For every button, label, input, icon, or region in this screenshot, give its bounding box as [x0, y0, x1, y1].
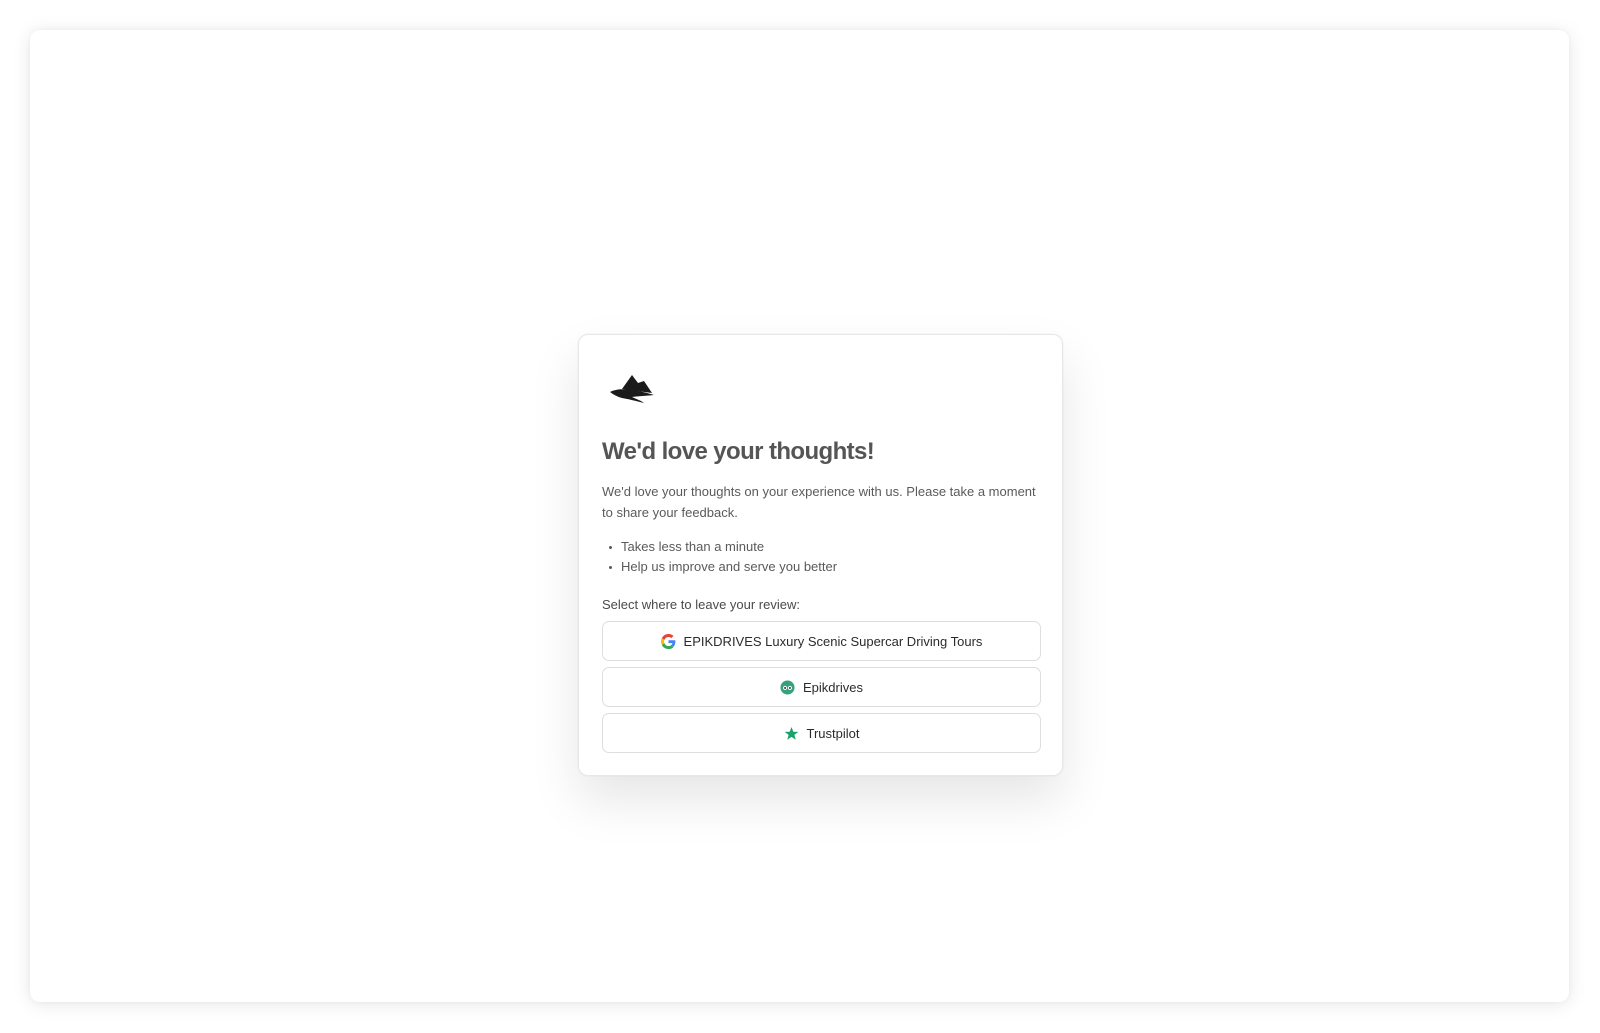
tripadvisor-review-label: Epikdrives: [803, 679, 863, 695]
google-icon: [660, 633, 676, 649]
intro-text: We'd love your thoughts on your experien…: [602, 484, 1036, 520]
google-review-label: EPIKDRIVES Luxury Scenic Supercar Drivin…: [683, 633, 983, 649]
tripadvisor-icon: [780, 679, 795, 695]
google-review-button[interactable]: EPIKDRIVES Luxury Scenic Supercar Drivin…: [602, 621, 1041, 661]
trustpilot-review-button[interactable]: Trustpilot: [602, 713, 1041, 753]
page-title: We'd love your thoughts!: [602, 438, 875, 465]
epikdrives-logo-icon: [608, 371, 656, 405]
benefit-list: Takes less than a minute Help us improve…: [609, 537, 837, 577]
feedback-card: We'd love your thoughts! We'd love your …: [578, 334, 1063, 776]
page-frame: We'd love your thoughts! We'd love your …: [30, 30, 1569, 1002]
list-item: Takes less than a minute: [609, 537, 837, 557]
select-review-label: Select where to leave your review:: [602, 597, 800, 612]
tripadvisor-review-button[interactable]: Epikdrives: [602, 667, 1041, 707]
trustpilot-star-icon: [784, 726, 799, 741]
trustpilot-review-label: Trustpilot: [806, 725, 860, 741]
list-item: Help us improve and serve you better: [609, 557, 837, 577]
